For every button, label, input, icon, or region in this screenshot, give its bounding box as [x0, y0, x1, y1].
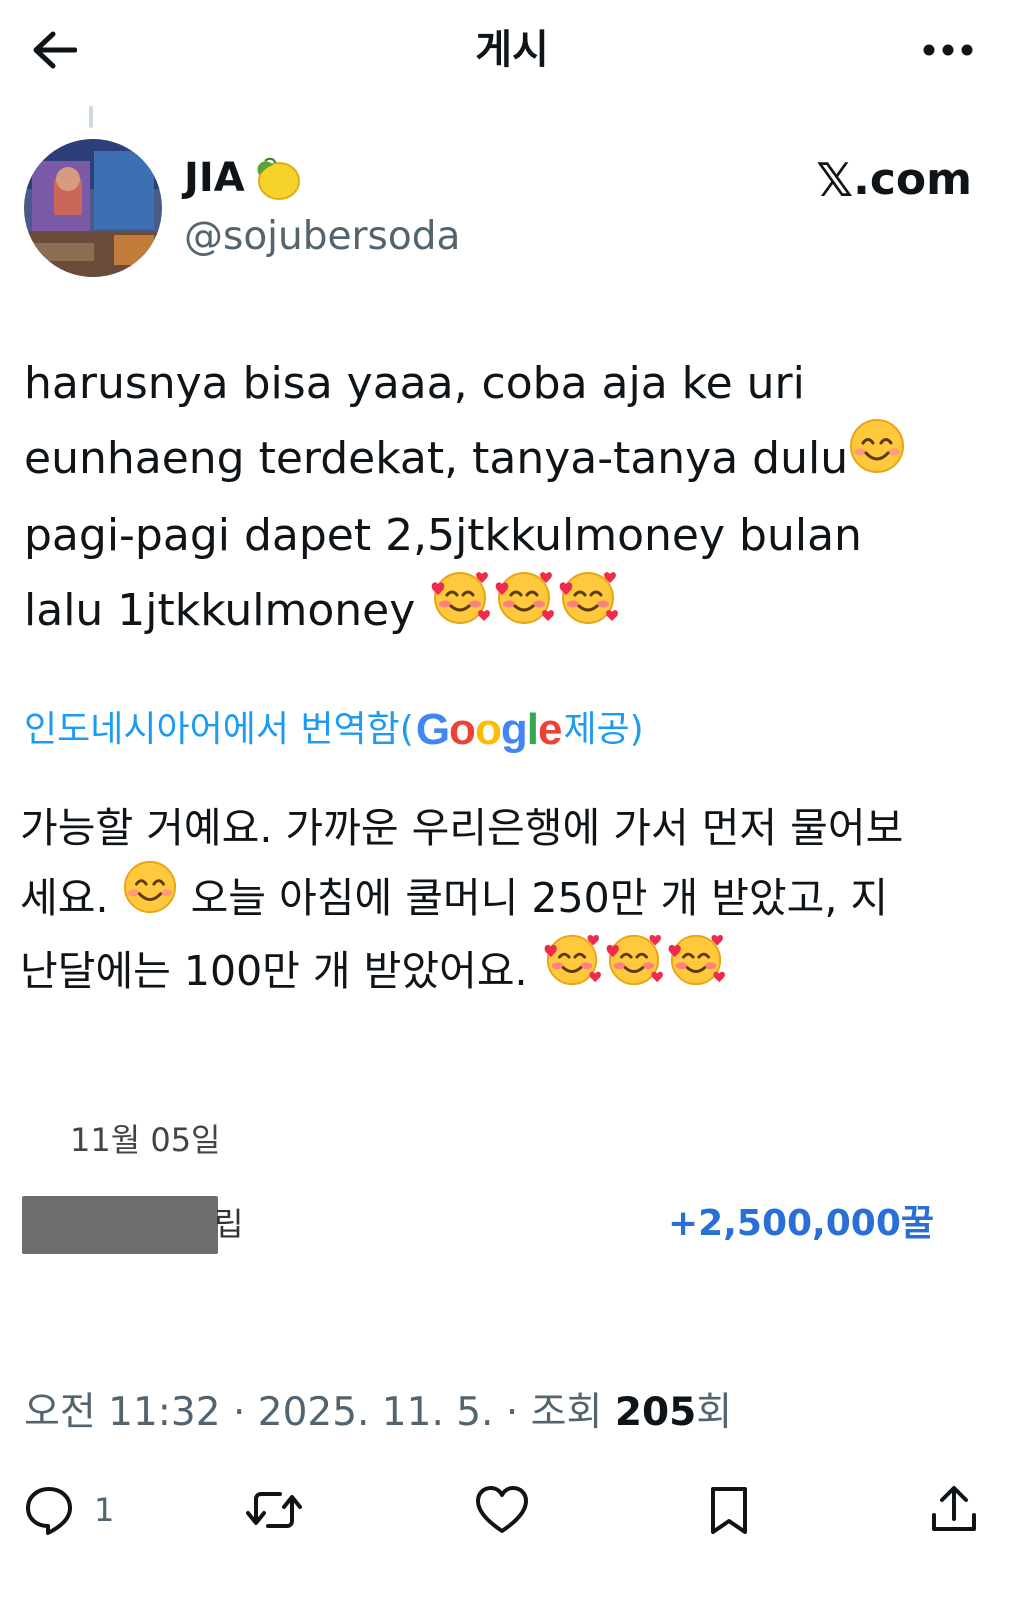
translation-line: 세요. 오늘 아침에 쿨머니 250만 개 받았고, 지 — [20, 860, 1000, 936]
display-name-text: JIA — [184, 155, 245, 201]
tweet-line: pagi-pagi dapet 2,5jtkkulmoney bulan — [24, 509, 862, 561]
redacted-label — [22, 1196, 218, 1254]
transaction-label-tail: 립 — [214, 1205, 244, 1243]
smiling-face-with-hearts-icon — [666, 931, 726, 1008]
reply-icon — [26, 1487, 72, 1535]
user-handle[interactable]: @sojubersoda — [184, 212, 460, 262]
avatar-photo — [24, 139, 162, 277]
bookmark-icon — [711, 1487, 747, 1534]
more-options-button[interactable] — [918, 30, 978, 70]
badge-domain: .com — [853, 154, 972, 205]
transaction-date: 11월 05일 — [70, 1121, 221, 1159]
smiling-face-icon — [848, 417, 906, 498]
page-title: 게시 — [475, 27, 549, 73]
bookmark-button[interactable] — [704, 1478, 754, 1542]
transaction-amount: +2,500,000꿀 — [668, 1203, 934, 1244]
smiling-face-with-hearts-icon — [542, 931, 602, 1008]
reply-count: 1 — [94, 1491, 115, 1529]
thread-line — [89, 106, 93, 128]
like-button[interactable] — [474, 1478, 530, 1542]
smiling-face-icon — [122, 859, 178, 936]
repost-button[interactable] — [244, 1478, 304, 1542]
translation-link-prefix: 인도네시아어에서 번역함( — [24, 709, 414, 750]
translated-text: 가능할 거예요. 가까운 우리은행에 가서 먼저 물어보 세요. 오늘 아침에 … — [20, 793, 1000, 1008]
tweet-line: harusnya bisa yaaa, coba aja ke uri — [24, 358, 805, 409]
google-logo: Google — [415, 705, 563, 754]
tweet-text: harusnya bisa yaaa, coba aja ke uri eunh… — [24, 346, 984, 649]
smiling-face-with-hearts-icon — [557, 568, 619, 649]
x-logo-icon: 𝕏 — [816, 153, 853, 207]
post-time: 오전 11:32 — [24, 1390, 221, 1435]
repost-icon — [246, 1492, 302, 1528]
tweet-line: lalu 1jtkkulmoney — [24, 572, 984, 650]
avatar[interactable] — [24, 139, 162, 277]
more-icon — [923, 44, 973, 56]
translation-line: 가능할 거예요. 가까운 우리은행에 가서 먼저 물어보 — [20, 804, 904, 852]
share-icon — [932, 1486, 976, 1531]
post-date: 2025. 11. 5. — [257, 1390, 494, 1435]
tweet-line: eunhaeng terdekat, tanya-tanya dulu — [24, 418, 984, 498]
display-name[interactable]: JIA — [184, 152, 303, 204]
smiling-face-with-hearts-icon — [493, 568, 555, 649]
view-count: 205 — [614, 1390, 697, 1435]
translation-line: 난달에는 100만 개 받았어요. — [20, 934, 1000, 1009]
x-com-badge: 𝕏 .com — [816, 154, 972, 206]
reply-button[interactable]: 1 — [22, 1478, 114, 1542]
translation-link-suffix: 제공) — [563, 709, 644, 750]
smiling-face-with-hearts-icon — [429, 568, 491, 649]
share-button[interactable] — [926, 1478, 982, 1542]
post-meta: 오전 11:32 · 2025. 11. 5. · 조회 205회 — [24, 1390, 733, 1435]
heart-icon — [476, 1486, 528, 1533]
lemon-icon — [257, 157, 300, 200]
smiling-face-with-hearts-icon — [604, 931, 664, 1008]
translation-link[interactable]: 인도네시아어에서 번역함( Google 제공) — [24, 705, 644, 755]
